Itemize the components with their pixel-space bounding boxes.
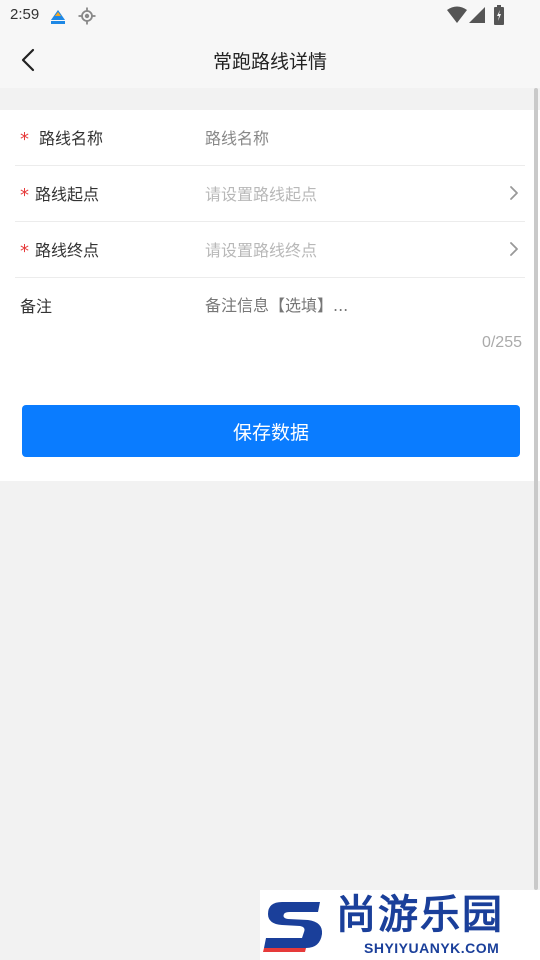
watermark: 尚游乐园 SHYIYUANYK.COM — [260, 890, 540, 960]
route-end-placeholder: 请设置路线终点 — [205, 241, 318, 260]
required-mark: * — [20, 184, 29, 206]
scrollbar[interactable] — [534, 88, 538, 890]
route-name-label-text: 路线名称 — [39, 129, 104, 148]
route-name-input[interactable] — [205, 124, 495, 152]
wifi-icon — [447, 6, 467, 23]
required-mark: * — [20, 128, 29, 150]
watermark-logo-icon — [263, 902, 323, 952]
status-bar: 2:59 — [0, 0, 540, 32]
route-end-label: * 路线终点 — [20, 237, 100, 262]
route-end-label-text: 路线终点 — [35, 241, 100, 260]
gps-icon — [78, 7, 96, 25]
route-name-row: * 路线名称 — [15, 110, 525, 166]
status-time: 2:59 — [10, 6, 40, 23]
required-mark: * — [20, 240, 29, 262]
char-counter: 0/255 — [481, 334, 522, 351]
route-start-label: * 路线起点 — [20, 181, 100, 206]
route-start-row[interactable]: * 路线起点 请设置路线起点 — [15, 166, 525, 222]
route-start-picker[interactable]: 请设置路线起点 — [205, 181, 525, 207]
chevron-right-icon — [510, 242, 518, 256]
route-form: * 路线名称 * 路线起点 请设置路线起点 * 路线终点 请设置路线终点 — [0, 110, 540, 481]
signal-icon — [469, 7, 485, 23]
header: 常跑路线详情 — [0, 32, 540, 88]
page-title: 常跑路线详情 — [212, 51, 327, 73]
note-row: 备注 0/255 — [15, 278, 525, 358]
note-label: 备注 — [20, 297, 53, 316]
battery-icon — [494, 5, 504, 25]
route-start-label-text: 路线起点 — [35, 185, 100, 204]
watermark-url: SHYIYUANYK.COM — [364, 940, 500, 956]
route-end-picker[interactable]: 请设置路线终点 — [205, 237, 525, 263]
chevron-right-icon — [510, 186, 518, 200]
note-textarea[interactable] — [205, 292, 520, 332]
watermark-name: 尚游乐园 — [336, 892, 504, 938]
route-start-placeholder: 请设置路线起点 — [205, 185, 318, 204]
app-notification-icon — [51, 10, 65, 24]
save-button[interactable]: 保存数据 — [22, 405, 520, 457]
route-name-label: * 路线名称 — [20, 125, 104, 150]
route-end-row[interactable]: * 路线终点 请设置路线终点 — [15, 222, 525, 278]
